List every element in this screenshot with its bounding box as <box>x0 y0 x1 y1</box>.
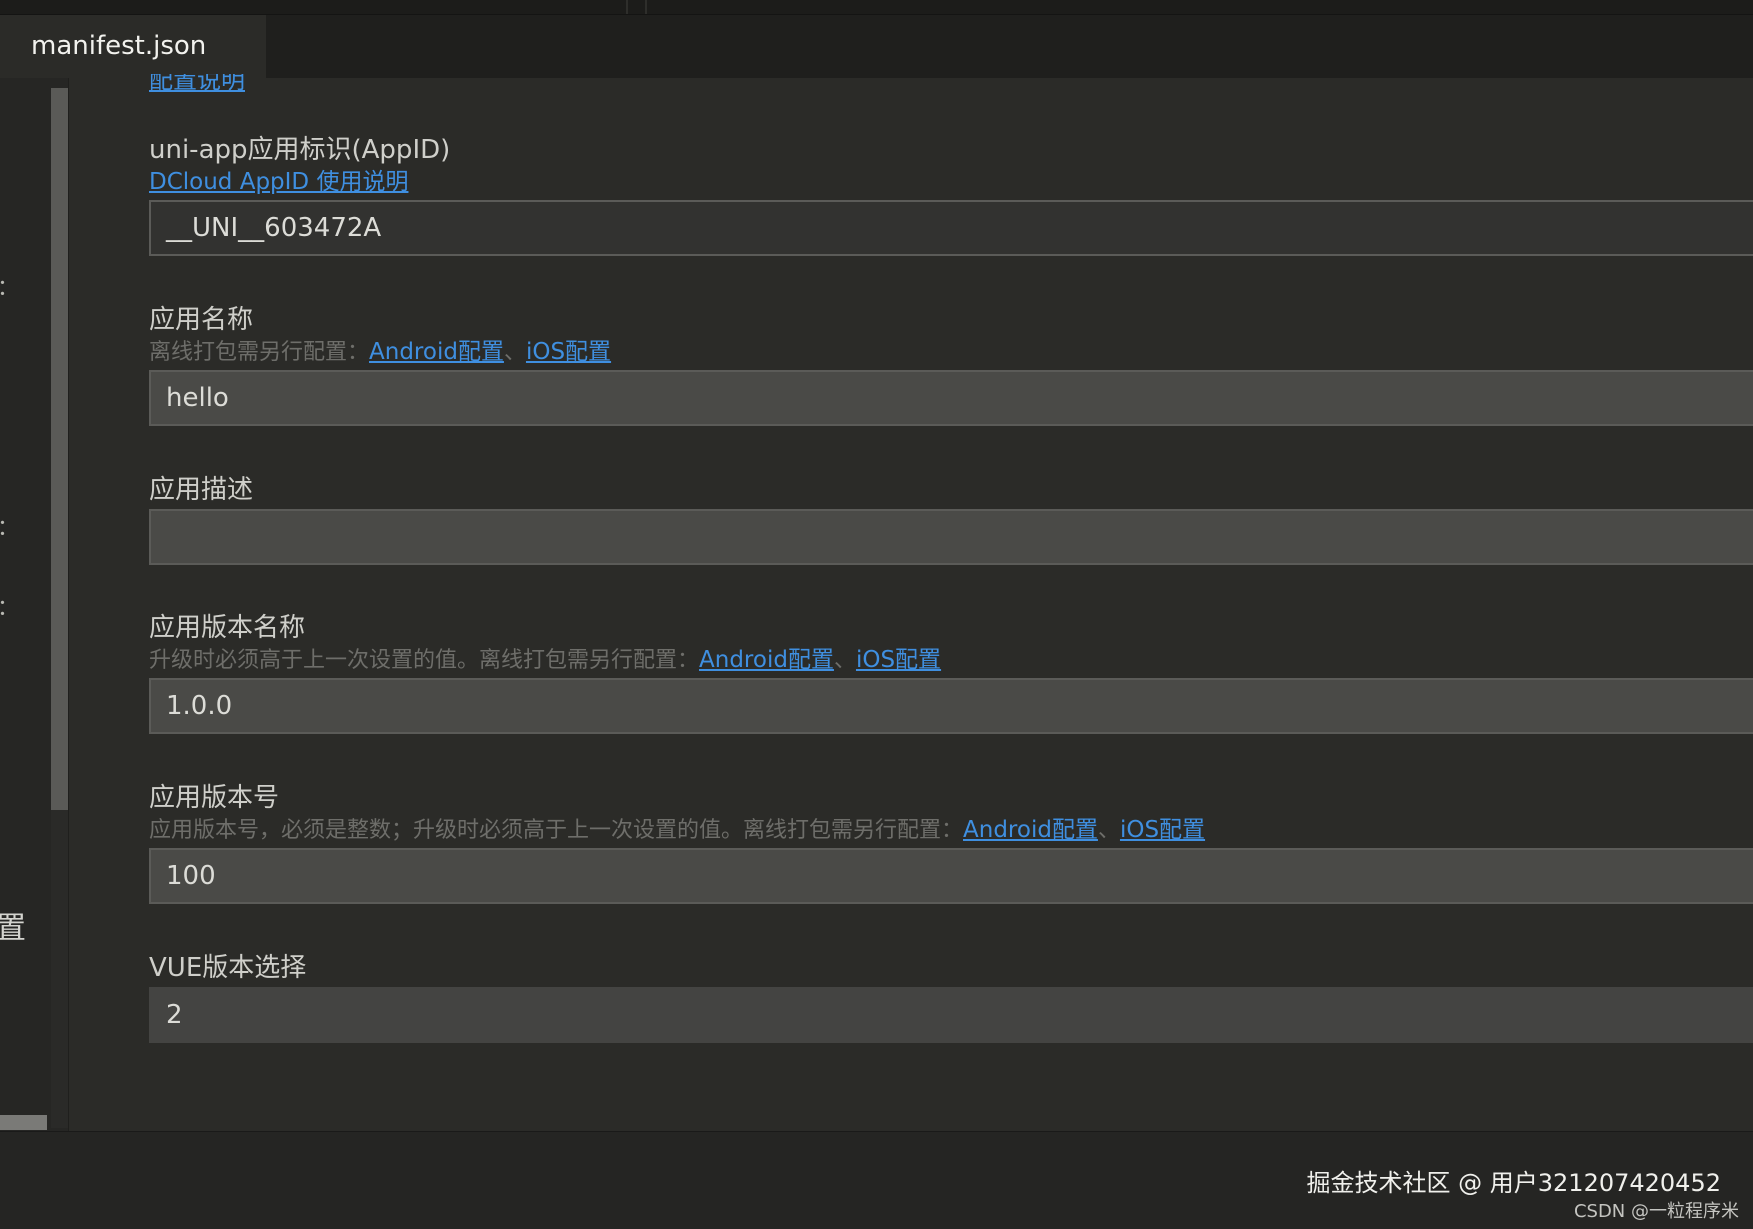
sidebar-item-fragment[interactable]: 置 <box>0 903 26 947</box>
sidebar-item-fragment[interactable]: ： <box>0 590 19 622</box>
field-label: 应用描述 <box>149 475 254 505</box>
field-label: 应用版本号 <box>149 783 280 813</box>
version-name-input[interactable]: 1.0.0 <box>149 678 1753 734</box>
top-strip <box>0 0 1753 15</box>
field-group-app-description: 应用描述 <box>149 473 1753 565</box>
appid-help-link[interactable]: DCloud AppID 使用说明 <box>149 169 408 195</box>
ios-config-link[interactable]: iOS配置 <box>1120 817 1205 843</box>
hint-separator: 、 <box>1097 818 1120 843</box>
settings-sidebar: ： ： ： 置 <box>0 78 69 1131</box>
top-divider <box>626 0 628 14</box>
field-group-vue-version: VUE版本选择 2 <box>149 951 1753 1043</box>
ios-config-link[interactable]: iOS配置 <box>856 647 941 673</box>
editor-tab-bar: manifest.json <box>0 15 1753 78</box>
android-config-link[interactable]: Android配置 <box>369 339 504 365</box>
field-label: 应用名称 <box>149 305 254 335</box>
top-divider <box>645 0 647 14</box>
sidebar-scrollbar-thumb[interactable] <box>51 88 68 810</box>
android-config-link[interactable]: Android配置 <box>699 647 834 673</box>
field-label: uni-app应用标识(AppID) <box>149 135 451 165</box>
sidebar-item-fragment[interactable]: ： <box>0 510 19 542</box>
field-label: VUE版本选择 <box>149 953 307 983</box>
app-name-input[interactable]: hello <box>149 370 1753 426</box>
field-hint: 离线打包需另行配置：Android配置、iOS配置 <box>149 337 1753 368</box>
hint-separator: 、 <box>833 648 856 673</box>
field-label: 应用版本名称 <box>149 613 306 643</box>
field-hint: 升级时必须高于上一次设置的值。离线打包需另行配置：Android配置、iOS配置 <box>149 645 1753 676</box>
hint-text: 升级时必须高于上一次设置的值。离线打包需另行配置： <box>149 648 700 673</box>
sidebar-horizontal-scrollbar[interactable] <box>0 1115 47 1130</box>
watermark-main: 掘金技术社区 @ 用户321207420452 <box>1306 1169 1722 1197</box>
android-config-link[interactable]: Android配置 <box>963 817 1098 843</box>
hint-text: 应用版本号，必须是整数；升级时必须高于上一次设置的值。离线打包需另行配置： <box>149 818 964 843</box>
hint-text: 离线打包需另行配置： <box>149 340 370 365</box>
appid-input[interactable]: __UNI__603472A <box>149 200 1753 256</box>
field-group-app-name: 应用名称 离线打包需另行配置：Android配置、iOS配置 hello <box>149 303 1753 426</box>
sidebar-item-fragment[interactable]: ： <box>0 270 19 302</box>
tab-manifest-json[interactable]: manifest.json <box>0 15 266 78</box>
hint-separator: 、 <box>503 340 526 365</box>
version-code-input[interactable]: 100 <box>149 848 1753 904</box>
field-hint: 应用版本号，必须是整数；升级时必须高于上一次设置的值。离线打包需另行配置：And… <box>149 815 1753 846</box>
app-description-input[interactable] <box>149 509 1753 565</box>
field-group-appid: uni-app应用标识(AppID) DCloud AppID 使用说明 __U… <box>149 133 1753 256</box>
field-group-version-code: 应用版本号 应用版本号，必须是整数；升级时必须高于上一次设置的值。离线打包需另行… <box>149 781 1753 904</box>
ios-config-link[interactable]: iOS配置 <box>526 339 611 365</box>
clipped-link-fragment[interactable]: 配置说明 <box>149 74 252 92</box>
field-group-version-name: 应用版本名称 升级时必须高于上一次设置的值。离线打包需另行配置：Android配… <box>149 611 1753 734</box>
tab-label: manifest.json <box>31 31 207 61</box>
watermark-sub: CSDN @一粒程序米 <box>1573 1201 1739 1222</box>
vue-version-select[interactable]: 2 <box>149 987 1753 1043</box>
